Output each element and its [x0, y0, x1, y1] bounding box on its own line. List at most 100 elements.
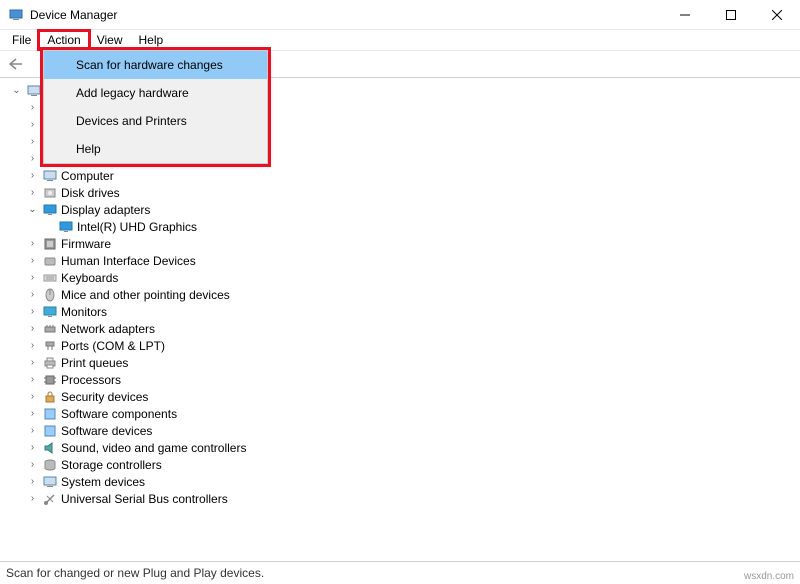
- tree-item[interactable]: › Ports (COM & LPT): [26, 337, 800, 354]
- tree-label: Storage controllers: [61, 458, 162, 472]
- keyboard-icon: [42, 270, 58, 286]
- window-controls: [662, 0, 800, 30]
- security-icon: [42, 389, 58, 405]
- monitor-icon: [42, 304, 58, 320]
- tree-item[interactable]: ⌄ Display adapters: [26, 201, 800, 218]
- tree-item[interactable]: › Storage controllers: [26, 456, 800, 473]
- tree-label: System devices: [61, 475, 145, 489]
- expand-icon[interactable]: ›: [26, 476, 39, 487]
- tree-label: Security devices: [61, 390, 148, 404]
- expand-icon[interactable]: ›: [26, 357, 39, 368]
- computer-icon: [42, 168, 58, 184]
- hid-icon: [42, 253, 58, 269]
- tree-label: Software components: [61, 407, 177, 421]
- action-dropdown: Scan for hardware changes Add legacy har…: [43, 50, 268, 164]
- tree-item[interactable]: ›Disk drives: [26, 184, 800, 201]
- tree-label: Display adapters: [61, 203, 150, 217]
- expand-icon[interactable]: ›: [26, 238, 39, 249]
- software-icon: [42, 406, 58, 422]
- tree-item[interactable]: › Processors: [26, 371, 800, 388]
- expand-icon[interactable]: ›: [26, 153, 39, 164]
- tree-label: Universal Serial Bus controllers: [61, 492, 228, 506]
- menu-item-scan-hardware[interactable]: Scan for hardware changes: [44, 51, 267, 79]
- menu-view[interactable]: View: [89, 31, 131, 49]
- display-icon: [42, 202, 58, 218]
- app-icon: [8, 7, 24, 23]
- tree-label: Intel(R) UHD Graphics: [77, 220, 197, 234]
- collapse-icon[interactable]: ⌄: [26, 204, 39, 215]
- menu-action[interactable]: Action: [39, 31, 88, 49]
- expand-icon[interactable]: ›: [26, 289, 39, 300]
- mouse-icon: [42, 287, 58, 303]
- display-icon: [58, 219, 74, 235]
- tree-label: Print queues: [61, 356, 128, 370]
- tree-label: Network adapters: [61, 322, 155, 336]
- menu-help[interactable]: Help: [131, 31, 172, 49]
- usb-icon: [42, 491, 58, 507]
- sound-icon: [42, 440, 58, 456]
- printer-icon: [42, 355, 58, 371]
- expand-icon[interactable]: ›: [26, 493, 39, 504]
- tree-item[interactable]: › Software devices: [26, 422, 800, 439]
- back-button[interactable]: [4, 53, 28, 75]
- port-icon: [42, 338, 58, 354]
- tree-label: Human Interface Devices: [61, 254, 196, 268]
- tree-label: Keyboards: [61, 271, 118, 285]
- tree-label: Computer: [61, 169, 114, 183]
- software-icon: [42, 423, 58, 439]
- tree-item[interactable]: › Firmware: [26, 235, 800, 252]
- tree-label: Firmware: [61, 237, 111, 251]
- expand-icon[interactable]: ›: [26, 136, 39, 147]
- computer-icon: [26, 83, 42, 99]
- status-bar: Scan for changed or new Plug and Play de…: [0, 562, 800, 584]
- expand-icon[interactable]: ›: [26, 306, 39, 317]
- tree-item[interactable]: › Print queues: [26, 354, 800, 371]
- tree-label: Processors: [61, 373, 121, 387]
- expand-icon[interactable]: ›: [26, 391, 39, 402]
- storage-icon: [42, 457, 58, 473]
- tree-label: Mice and other pointing devices: [61, 288, 230, 302]
- expand-icon[interactable]: ›: [26, 170, 39, 181]
- menu-item-devices-printers[interactable]: Devices and Printers: [44, 107, 267, 135]
- expand-icon[interactable]: ›: [26, 323, 39, 334]
- menu-bar: File Action View Help: [0, 30, 800, 50]
- tree-item[interactable]: Intel(R) UHD Graphics: [42, 218, 800, 235]
- expand-icon[interactable]: ›: [26, 459, 39, 470]
- maximize-button[interactable]: [708, 0, 754, 30]
- expand-icon[interactable]: ›: [26, 119, 39, 130]
- tree-label: Monitors: [61, 305, 107, 319]
- expand-icon[interactable]: ⌄: [10, 85, 23, 96]
- menu-item-add-legacy[interactable]: Add legacy hardware: [44, 79, 267, 107]
- tree-item[interactable]: › Network adapters: [26, 320, 800, 337]
- system-icon: [42, 474, 58, 490]
- network-icon: [42, 321, 58, 337]
- expand-icon[interactable]: ›: [26, 102, 39, 113]
- tree-item[interactable]: › Security devices: [26, 388, 800, 405]
- firmware-icon: [42, 236, 58, 252]
- tree-label: Ports (COM & LPT): [61, 339, 165, 353]
- close-button[interactable]: [754, 0, 800, 30]
- window-title: Device Manager: [30, 8, 662, 22]
- menu-file[interactable]: File: [4, 31, 39, 49]
- tree-item[interactable]: › Computer: [26, 167, 800, 184]
- tree-item[interactable]: › Human Interface Devices: [26, 252, 800, 269]
- tree-item[interactable]: › Software components: [26, 405, 800, 422]
- status-text: Scan for changed or new Plug and Play de…: [6, 566, 264, 580]
- expand-icon[interactable]: ›: [26, 408, 39, 419]
- minimize-button[interactable]: [662, 0, 708, 30]
- expand-icon[interactable]: ›: [26, 374, 39, 385]
- expand-icon[interactable]: ›: [26, 340, 39, 351]
- tree-item[interactable]: ›Sound, video and game controllers: [26, 439, 800, 456]
- tree-item[interactable]: › Mice and other pointing devices: [26, 286, 800, 303]
- tree-item[interactable]: › Monitors: [26, 303, 800, 320]
- expand-icon[interactable]: ›: [26, 272, 39, 283]
- tree-item[interactable]: › System devices: [26, 473, 800, 490]
- tree-label: Software devices: [61, 424, 152, 438]
- expand-icon[interactable]: ›: [26, 187, 39, 198]
- expand-icon[interactable]: ›: [26, 255, 39, 266]
- expand-icon[interactable]: ›: [26, 425, 39, 436]
- tree-item[interactable]: › Keyboards: [26, 269, 800, 286]
- tree-item[interactable]: › Universal Serial Bus controllers: [26, 490, 800, 507]
- menu-item-help[interactable]: Help: [44, 135, 267, 163]
- expand-icon[interactable]: ›: [26, 442, 39, 453]
